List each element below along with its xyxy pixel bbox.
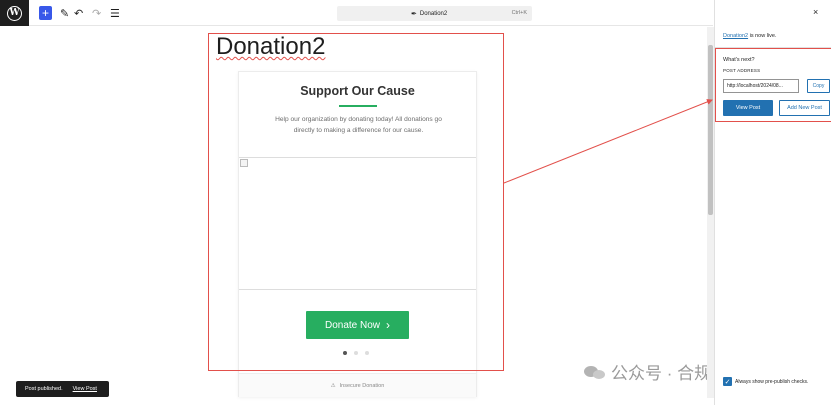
scrollbar-thumb[interactable] <box>708 45 713 215</box>
warning-icon: ⚠ <box>330 382 336 389</box>
undo-icon[interactable]: ↶ <box>74 6 83 20</box>
wordpress-logo-button[interactable]: W <box>0 0 29 26</box>
add-block-button[interactable]: + <box>39 6 52 20</box>
post-publish-panel: × Donation2 is now live. What's next? PO… <box>714 0 831 405</box>
command-shortcut: Ctrl+K <box>511 10 527 16</box>
editor-toolbar: W + ✎ ↶ ↷ ☰ ✒ Donation2 Ctrl+K <box>0 0 713 26</box>
editor-scrollbar[interactable] <box>707 27 714 398</box>
snackbar-notice: Post published. View Post <box>16 381 109 397</box>
card-footer: ⚠ Insecure Donation <box>239 373 476 397</box>
highlight-box-editor <box>208 33 504 371</box>
wordpress-icon: W <box>7 5 22 21</box>
snackbar-view-post-link[interactable]: View Post <box>73 386 97 392</box>
live-suffix: is now live. <box>748 33 777 39</box>
redo-icon[interactable]: ↷ <box>92 6 101 20</box>
list-view-icon[interactable]: ☰ <box>110 6 120 20</box>
live-notice: Donation2 is now live. <box>723 33 777 39</box>
command-palette-bar[interactable]: ✒ Donation2 Ctrl+K <box>337 6 532 21</box>
post-link[interactable]: Donation2 <box>723 33 748 39</box>
prepublish-label: Always show pre-publish checks. <box>735 378 809 385</box>
close-icon[interactable]: × <box>813 7 818 17</box>
highlight-box-panel <box>715 48 831 122</box>
wechat-logo-icon <box>584 364 606 380</box>
footer-text: Insecure Donation <box>339 382 385 389</box>
tools-pencil-icon[interactable]: ✎ <box>60 6 69 20</box>
command-title: Donation2 <box>419 11 448 17</box>
snackbar-message: Post published. <box>25 386 63 392</box>
feather-icon: ✒ <box>411 11 417 18</box>
prepublish-checkbox[interactable]: ✓ <box>723 377 732 386</box>
prepublish-checkbox-row[interactable]: ✓ Always show pre-publish checks. <box>723 377 808 386</box>
